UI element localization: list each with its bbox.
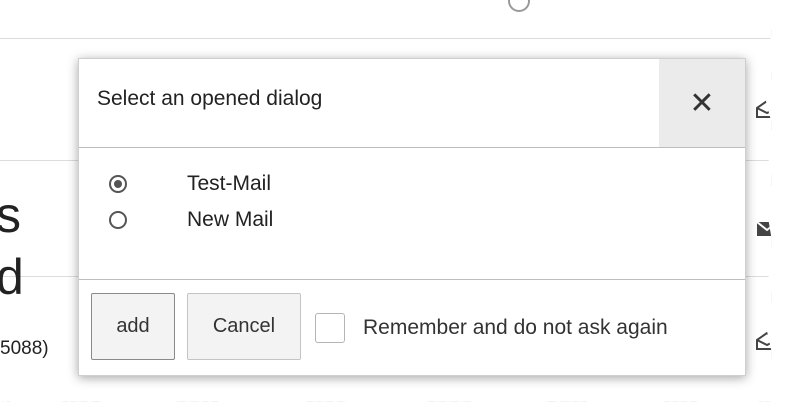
envelope-icon[interactable] <box>756 220 778 238</box>
option-label: New Mail <box>187 208 274 231</box>
option-test-mail[interactable]: Test-Mail <box>109 170 271 198</box>
screenshot-stage: s d 5088) Select an opened dialog ✕ Test… <box>0 0 788 416</box>
remember-checkbox[interactable] <box>315 313 345 343</box>
background-text-fragment: 5088) <box>0 338 49 359</box>
envelope-open-icon[interactable] <box>756 100 778 118</box>
background-text-fragment: d <box>0 249 24 305</box>
option-new-mail[interactable]: New Mail <box>109 206 273 234</box>
envelope-open-icon[interactable] <box>756 332 778 350</box>
option-label: Test-Mail <box>187 172 272 195</box>
dialog-title: Select an opened dialog <box>97 87 323 110</box>
dialog-header: Select an opened dialog ✕ <box>79 59 745 148</box>
row-divider <box>0 38 772 39</box>
add-button[interactable]: add <box>91 293 175 360</box>
radio-test-mail[interactable] <box>109 175 127 193</box>
cancel-button[interactable]: Cancel <box>187 293 301 360</box>
close-button[interactable]: ✕ <box>659 59 745 147</box>
background-text-fragment: s <box>0 187 21 243</box>
select-dialog: Select an opened dialog ✕ Test-Mail New … <box>78 58 746 376</box>
dialog-body: Test-Mail New Mail <box>79 148 745 278</box>
remember-label: Remember and do not ask again <box>363 316 668 339</box>
radio-new-mail[interactable] <box>109 211 127 229</box>
partial-circle-icon <box>508 0 530 12</box>
close-icon: ✕ <box>689 85 715 121</box>
dialog-footer: add Cancel Remember and do not ask again <box>79 279 745 376</box>
